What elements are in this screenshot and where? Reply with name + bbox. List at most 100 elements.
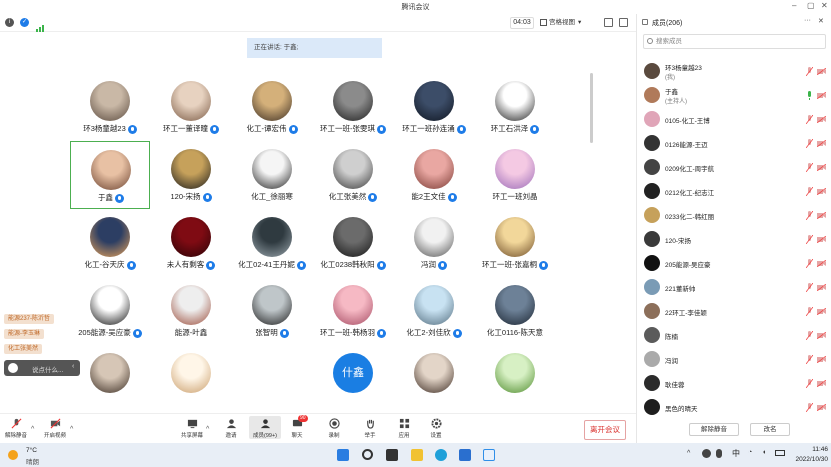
emoji-icon[interactable]: [8, 363, 18, 373]
participant-tile[interactable]: 能2王文佳: [394, 141, 474, 209]
task-view-icon[interactable]: [386, 449, 398, 461]
participant-tile[interactable]: 化工张美然: [313, 141, 393, 209]
camera-off-icon[interactable]: [817, 380, 826, 387]
mic-off-icon[interactable]: [806, 379, 813, 388]
participant-tile[interactable]: 化工2-刘佳欣: [394, 277, 474, 345]
camera-off-icon[interactable]: [817, 164, 826, 171]
participant-tile[interactable]: 环工一班-张雯琪: [313, 73, 393, 141]
member-row[interactable]: 22环工-李佳颖: [637, 299, 831, 323]
participant-tile[interactable]: 于鑫: [70, 141, 150, 209]
camera-off-icon[interactable]: [817, 68, 826, 75]
signal-icon[interactable]: [36, 19, 45, 32]
mic-off-icon[interactable]: [806, 235, 813, 244]
view-mode-button[interactable]: 宫格视图 ▾: [540, 17, 581, 29]
mic-off-icon[interactable]: [806, 187, 813, 196]
participant-tile[interactable]: 张智明: [232, 277, 312, 345]
mic-off-icon[interactable]: [806, 307, 813, 316]
mic-off-icon[interactable]: [806, 259, 813, 268]
member-row[interactable]: 0126能源-王迈: [637, 131, 831, 155]
collapse-icon[interactable]: ‹: [72, 363, 74, 370]
member-row[interactable]: 205能源-吴应豪: [637, 251, 831, 275]
clock-time[interactable]: 11:46: [794, 446, 828, 453]
participant-tile[interactable]: 什鑫: [313, 345, 393, 413]
participant-tile[interactable]: [394, 345, 474, 413]
mic-off-icon[interactable]: [806, 355, 813, 364]
camera-off-icon[interactable]: [817, 404, 826, 411]
tray-cloud-icon[interactable]: [702, 449, 711, 458]
ime-indicator[interactable]: 中: [732, 448, 740, 459]
participant-tile[interactable]: 化工-谷天庆: [70, 209, 150, 277]
settings-button[interactable]: 设置: [422, 418, 450, 439]
camera-off-icon[interactable]: [817, 332, 826, 339]
battery-icon[interactable]: [775, 450, 785, 456]
participant-tile[interactable]: [151, 345, 231, 413]
member-row[interactable]: 0212化工-纪志江: [637, 179, 831, 203]
members-button[interactable]: 成员(99+): [249, 416, 281, 439]
camera-off-icon[interactable]: [817, 140, 826, 147]
tray-chevron-icon[interactable]: ^: [687, 450, 690, 457]
mic-off-icon[interactable]: [806, 163, 813, 172]
tencent-meeting-icon[interactable]: [483, 449, 495, 461]
mic-off-icon[interactable]: [806, 139, 813, 148]
participant-tile[interactable]: 205能源-吴应豪: [70, 277, 150, 345]
participant-tile[interactable]: 环工一班刘晶: [475, 141, 555, 209]
participant-tile[interactable]: 能源-叶鑫: [151, 277, 231, 345]
camera-off-icon[interactable]: [817, 92, 826, 99]
camera-off-icon[interactable]: [817, 260, 826, 267]
member-row[interactable]: 0233化二-韩红丽: [637, 203, 831, 227]
mic-off-icon[interactable]: [806, 67, 813, 76]
camera-off-icon[interactable]: [817, 212, 826, 219]
participant-tile[interactable]: 化工_徐丽寒: [232, 141, 312, 209]
member-search-input[interactable]: 搜索成员: [643, 34, 826, 49]
share-options-chevron[interactable]: ^: [206, 426, 209, 433]
camera-off-icon[interactable]: [817, 284, 826, 291]
camera-off-icon[interactable]: [817, 308, 826, 315]
info-icon[interactable]: i: [5, 18, 14, 27]
weather-icon[interactable]: [8, 450, 18, 460]
mic-off-icon[interactable]: [806, 331, 813, 340]
mic-off-icon[interactable]: [806, 403, 813, 412]
grid-scrollbar[interactable]: [590, 73, 593, 143]
mic-off-icon[interactable]: [806, 283, 813, 292]
invite-button[interactable]: 邀请: [217, 418, 245, 439]
search-icon[interactable]: [362, 449, 373, 460]
member-row[interactable]: 221董新帅: [637, 275, 831, 299]
member-row[interactable]: 0105-化工-王博: [637, 107, 831, 131]
record-button[interactable]: 录制: [320, 418, 348, 439]
participant-tile[interactable]: 120-宋扬: [151, 141, 231, 209]
mic-on-icon[interactable]: [806, 91, 813, 100]
member-row[interactable]: 于鑫 (主持人): [637, 83, 831, 107]
close-icon[interactable]: ✕: [821, 1, 828, 10]
member-row[interactable]: 陈楠: [637, 323, 831, 347]
video-options-chevron[interactable]: ^: [70, 426, 73, 433]
maximize-icon[interactable]: ▢: [807, 1, 815, 10]
leave-meeting-button[interactable]: 离开会议: [584, 420, 626, 440]
volume-icon[interactable]: ◖: [762, 449, 766, 456]
chat-input[interactable]: 说点什么... ‹: [4, 360, 80, 376]
participant-tile[interactable]: 化工02-41王丹妮: [232, 209, 312, 277]
shield-icon[interactable]: ✓: [20, 18, 29, 27]
more-icon[interactable]: ···: [804, 17, 811, 24]
mic-off-icon[interactable]: [806, 211, 813, 220]
camera-off-icon[interactable]: [817, 188, 826, 195]
unmute-all-button[interactable]: 解除静音: [689, 423, 739, 436]
edge-icon[interactable]: [435, 449, 447, 461]
participant-tile[interactable]: 化工-谭宏伟: [232, 73, 312, 141]
windows-start-icon[interactable]: [337, 449, 349, 461]
clock-date[interactable]: 2022/10/30: [790, 456, 828, 463]
participant-tile[interactable]: 环工一班孙连涌: [394, 73, 474, 141]
apps-button[interactable]: 应用: [390, 418, 418, 439]
participant-tile[interactable]: 环工一董译曈: [151, 73, 231, 141]
participant-tile[interactable]: 未人有剩客: [151, 209, 231, 277]
share-screen-button[interactable]: 共享屏幕: [178, 418, 206, 439]
raise-hand-button[interactable]: 举手: [356, 418, 384, 439]
participant-tile[interactable]: 化工0238韩秋阳: [313, 209, 393, 277]
video-button[interactable]: 开启视频: [41, 418, 69, 439]
chat-button[interactable]: 聊天 90: [283, 415, 311, 439]
photos-icon[interactable]: [459, 449, 471, 461]
member-row[interactable]: 0209化工-周宇航: [637, 155, 831, 179]
tray-mic-icon[interactable]: [716, 449, 722, 458]
member-row[interactable]: 黑色的晴天: [637, 395, 831, 419]
member-row[interactable]: 120-宋扬: [637, 227, 831, 251]
mute-button[interactable]: 解除静音: [2, 418, 30, 439]
